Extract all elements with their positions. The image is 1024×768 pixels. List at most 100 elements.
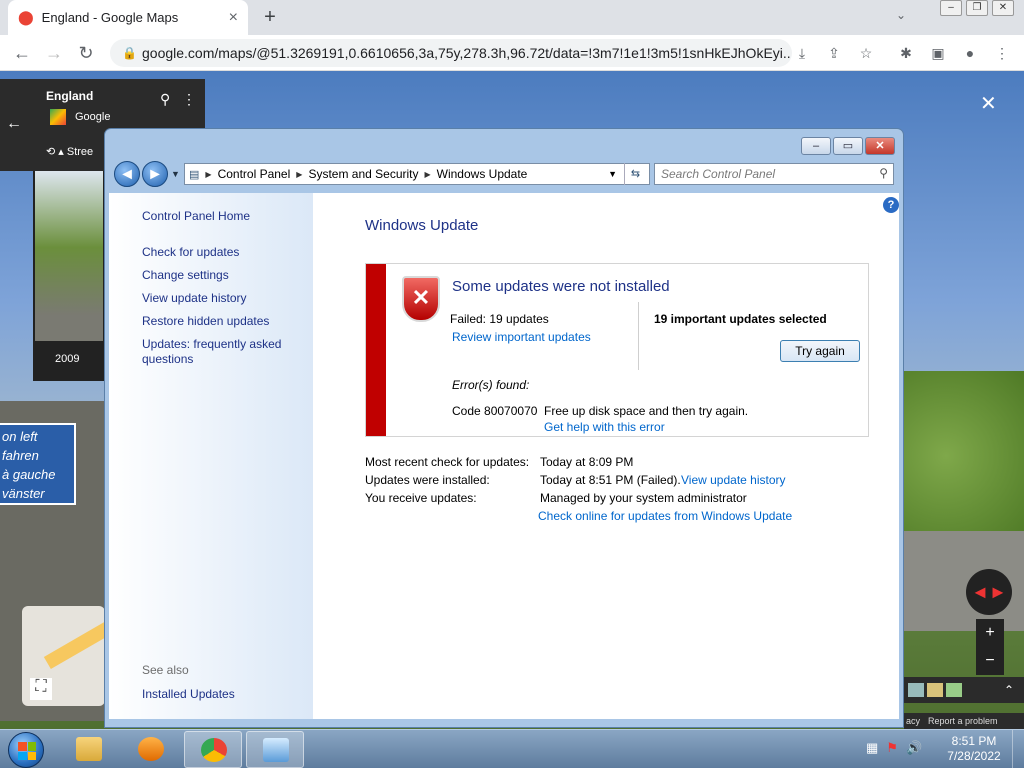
extensions-icon[interactable]: ✱ xyxy=(894,41,918,65)
back-arrow-icon[interactable]: ◄ xyxy=(114,161,140,187)
faq-link-line: questions xyxy=(142,352,194,366)
error-stripe xyxy=(366,264,386,436)
control-panel-taskbar-button[interactable] xyxy=(246,731,304,768)
volume-icon[interactable]: 🔊 xyxy=(906,740,922,756)
refresh-icon[interactable]: ⇆ xyxy=(624,163,646,185)
breadcrumb-windows-update[interactable]: Windows Update xyxy=(437,167,528,181)
share-icon[interactable]: ⇪ xyxy=(822,41,846,65)
breadcrumb-system-security[interactable]: System and Security xyxy=(308,167,418,181)
time-travel-control[interactable]: ⟲ ▴ Stree xyxy=(46,145,93,158)
check-for-updates-link[interactable]: Check for updates xyxy=(142,245,239,260)
profile-avatar-icon[interactable]: ● xyxy=(958,41,982,65)
breadcrumb-control-panel[interactable]: Control Panel xyxy=(218,167,291,181)
place-name: England xyxy=(46,89,94,103)
expand-icon[interactable]: ⌃ xyxy=(1004,683,1020,697)
search-icon[interactable]: ⚲ xyxy=(879,166,888,180)
report-problem-link[interactable]: Report a problem xyxy=(928,713,998,729)
media-player-taskbar-button[interactable] xyxy=(122,731,180,768)
change-settings-link[interactable]: Change settings xyxy=(142,268,229,283)
clock[interactable]: 8:51 PM 7/28/2022 xyxy=(944,734,1004,764)
imagery-strip: ⌃ xyxy=(904,677,1024,703)
chrome-icon xyxy=(201,738,227,762)
historic-thumbnail[interactable] xyxy=(35,171,103,341)
action-center-flag-icon[interactable]: ⚑ xyxy=(886,740,898,756)
forward-arrow-icon[interactable]: → xyxy=(42,41,66,65)
privacy-link[interactable]: acy xyxy=(906,713,920,729)
imagery-thumb[interactable] xyxy=(908,683,924,697)
faq-link[interactable]: Updates: frequently asked questions xyxy=(142,337,281,367)
minimap-road xyxy=(43,616,105,670)
mini-map[interactable]: ⛶ xyxy=(22,606,105,706)
sign-line: à gauche xyxy=(2,467,56,482)
failed-count: Failed: 19 updates xyxy=(450,312,549,326)
more-options-icon[interactable]: ⋮ xyxy=(182,91,196,108)
zoom-in-button[interactable]: + xyxy=(976,619,1004,647)
forward-arrow-icon[interactable]: ► xyxy=(142,161,168,187)
error-shield-icon: ✕ xyxy=(402,276,440,322)
imagery-thumb[interactable] xyxy=(946,683,962,697)
compass-icon[interactable]: ◄► xyxy=(966,569,1012,615)
update-status-panel: ✕ Some updates were not installed Failed… xyxy=(365,263,869,437)
reload-icon[interactable]: ↻ xyxy=(74,41,98,65)
imagery-source: Google xyxy=(75,111,111,123)
show-desktop-button[interactable] xyxy=(1012,730,1024,768)
pin-icon[interactable]: ⚲ xyxy=(160,91,170,108)
chrome-taskbar-button[interactable] xyxy=(184,731,242,768)
lock-icon: 🔒 xyxy=(122,46,137,60)
control-panel-icon xyxy=(263,738,289,762)
sign-line: vänster xyxy=(2,486,45,501)
help-icon[interactable]: ? xyxy=(883,197,899,213)
recent-pages-dropdown-icon[interactable]: ▼ xyxy=(171,169,180,179)
browser-tab[interactable]: ⬤ England - Google Maps × xyxy=(8,0,248,35)
faq-link-line: Updates: frequently asked xyxy=(142,337,282,351)
install-app-icon[interactable]: ⤓ xyxy=(790,41,814,65)
history-icon: ⟲ ▴ xyxy=(46,146,64,158)
minimize-button[interactable]: – xyxy=(801,137,831,155)
new-tab-button[interactable]: + xyxy=(258,4,282,30)
installed-updates-link[interactable]: Installed Updates xyxy=(142,687,235,702)
address-dropdown-icon[interactable]: ▼ xyxy=(608,169,617,179)
trees-image-right xyxy=(894,371,1024,541)
control-panel-home-link[interactable]: Control Panel Home xyxy=(142,209,250,224)
close-button[interactable]: ✕ xyxy=(992,0,1014,16)
address-bar[interactable]: ▤ ▶ Control Panel ▶ System and Security … xyxy=(184,163,650,185)
back-arrow-icon[interactable]: ← xyxy=(10,41,34,65)
folder-icon xyxy=(76,737,102,761)
restore-button[interactable]: ❐ xyxy=(966,0,988,16)
address-bar[interactable]: 🔒 google.com/maps/@51.3269191,0.6610656,… xyxy=(110,39,792,67)
fullscreen-icon[interactable]: ⛶ xyxy=(30,678,52,700)
review-updates-link[interactable]: Review important updates xyxy=(452,330,591,344)
view-update-history-link[interactable]: View update history xyxy=(142,291,247,306)
search-input[interactable]: Search Control Panel ⚲ xyxy=(654,163,894,185)
close-button[interactable]: ✕ xyxy=(865,137,895,155)
tab-title: England - Google Maps xyxy=(41,10,179,25)
get-help-link[interactable]: Get help with this error xyxy=(544,420,665,434)
imagery-thumb[interactable] xyxy=(927,683,943,697)
page-title: Windows Update xyxy=(365,217,479,234)
side-panel-icon[interactable]: ▣ xyxy=(926,41,950,65)
bookmark-star-icon[interactable]: ☆ xyxy=(854,41,878,65)
error-description: Free up disk space and then try again. xyxy=(544,404,749,418)
zoom-out-button[interactable]: − xyxy=(976,647,1004,675)
control-panel-icon: ▤ xyxy=(189,168,200,181)
minimize-button[interactable]: – xyxy=(940,0,962,16)
sign-line: fahren xyxy=(2,448,39,463)
selected-count: 19 important updates selected xyxy=(654,312,827,326)
tab-search-icon[interactable]: ⌄ xyxy=(896,8,906,22)
explorer-taskbar-button[interactable] xyxy=(60,731,118,768)
view-history-link[interactable]: View update history xyxy=(681,473,786,487)
start-button[interactable] xyxy=(8,732,44,768)
browser-tab-bar: ⬤ England - Google Maps × + ⌄ – ❐ ✕ xyxy=(0,0,1024,35)
maximize-button[interactable]: ▭ xyxy=(833,137,863,155)
network-icon[interactable]: ▦ xyxy=(866,740,878,756)
try-again-button[interactable]: Try again xyxy=(780,340,860,362)
tab-close-icon[interactable]: × xyxy=(229,9,238,27)
task-pane: Control Panel Home Check for updates Cha… xyxy=(109,193,313,719)
restore-hidden-updates-link[interactable]: Restore hidden updates xyxy=(142,314,269,329)
chrome-menu-icon[interactable]: ⋮ xyxy=(990,41,1014,65)
close-street-view-icon[interactable]: ✕ xyxy=(980,91,997,116)
maps-back-icon[interactable]: ← xyxy=(6,115,22,133)
browser-toolbar: ← → ↻ 🔒 google.com/maps/@51.3269191,0.66… xyxy=(0,35,1024,71)
media-player-icon xyxy=(138,737,164,761)
check-online-link[interactable]: Check online for updates from Windows Up… xyxy=(538,509,792,523)
